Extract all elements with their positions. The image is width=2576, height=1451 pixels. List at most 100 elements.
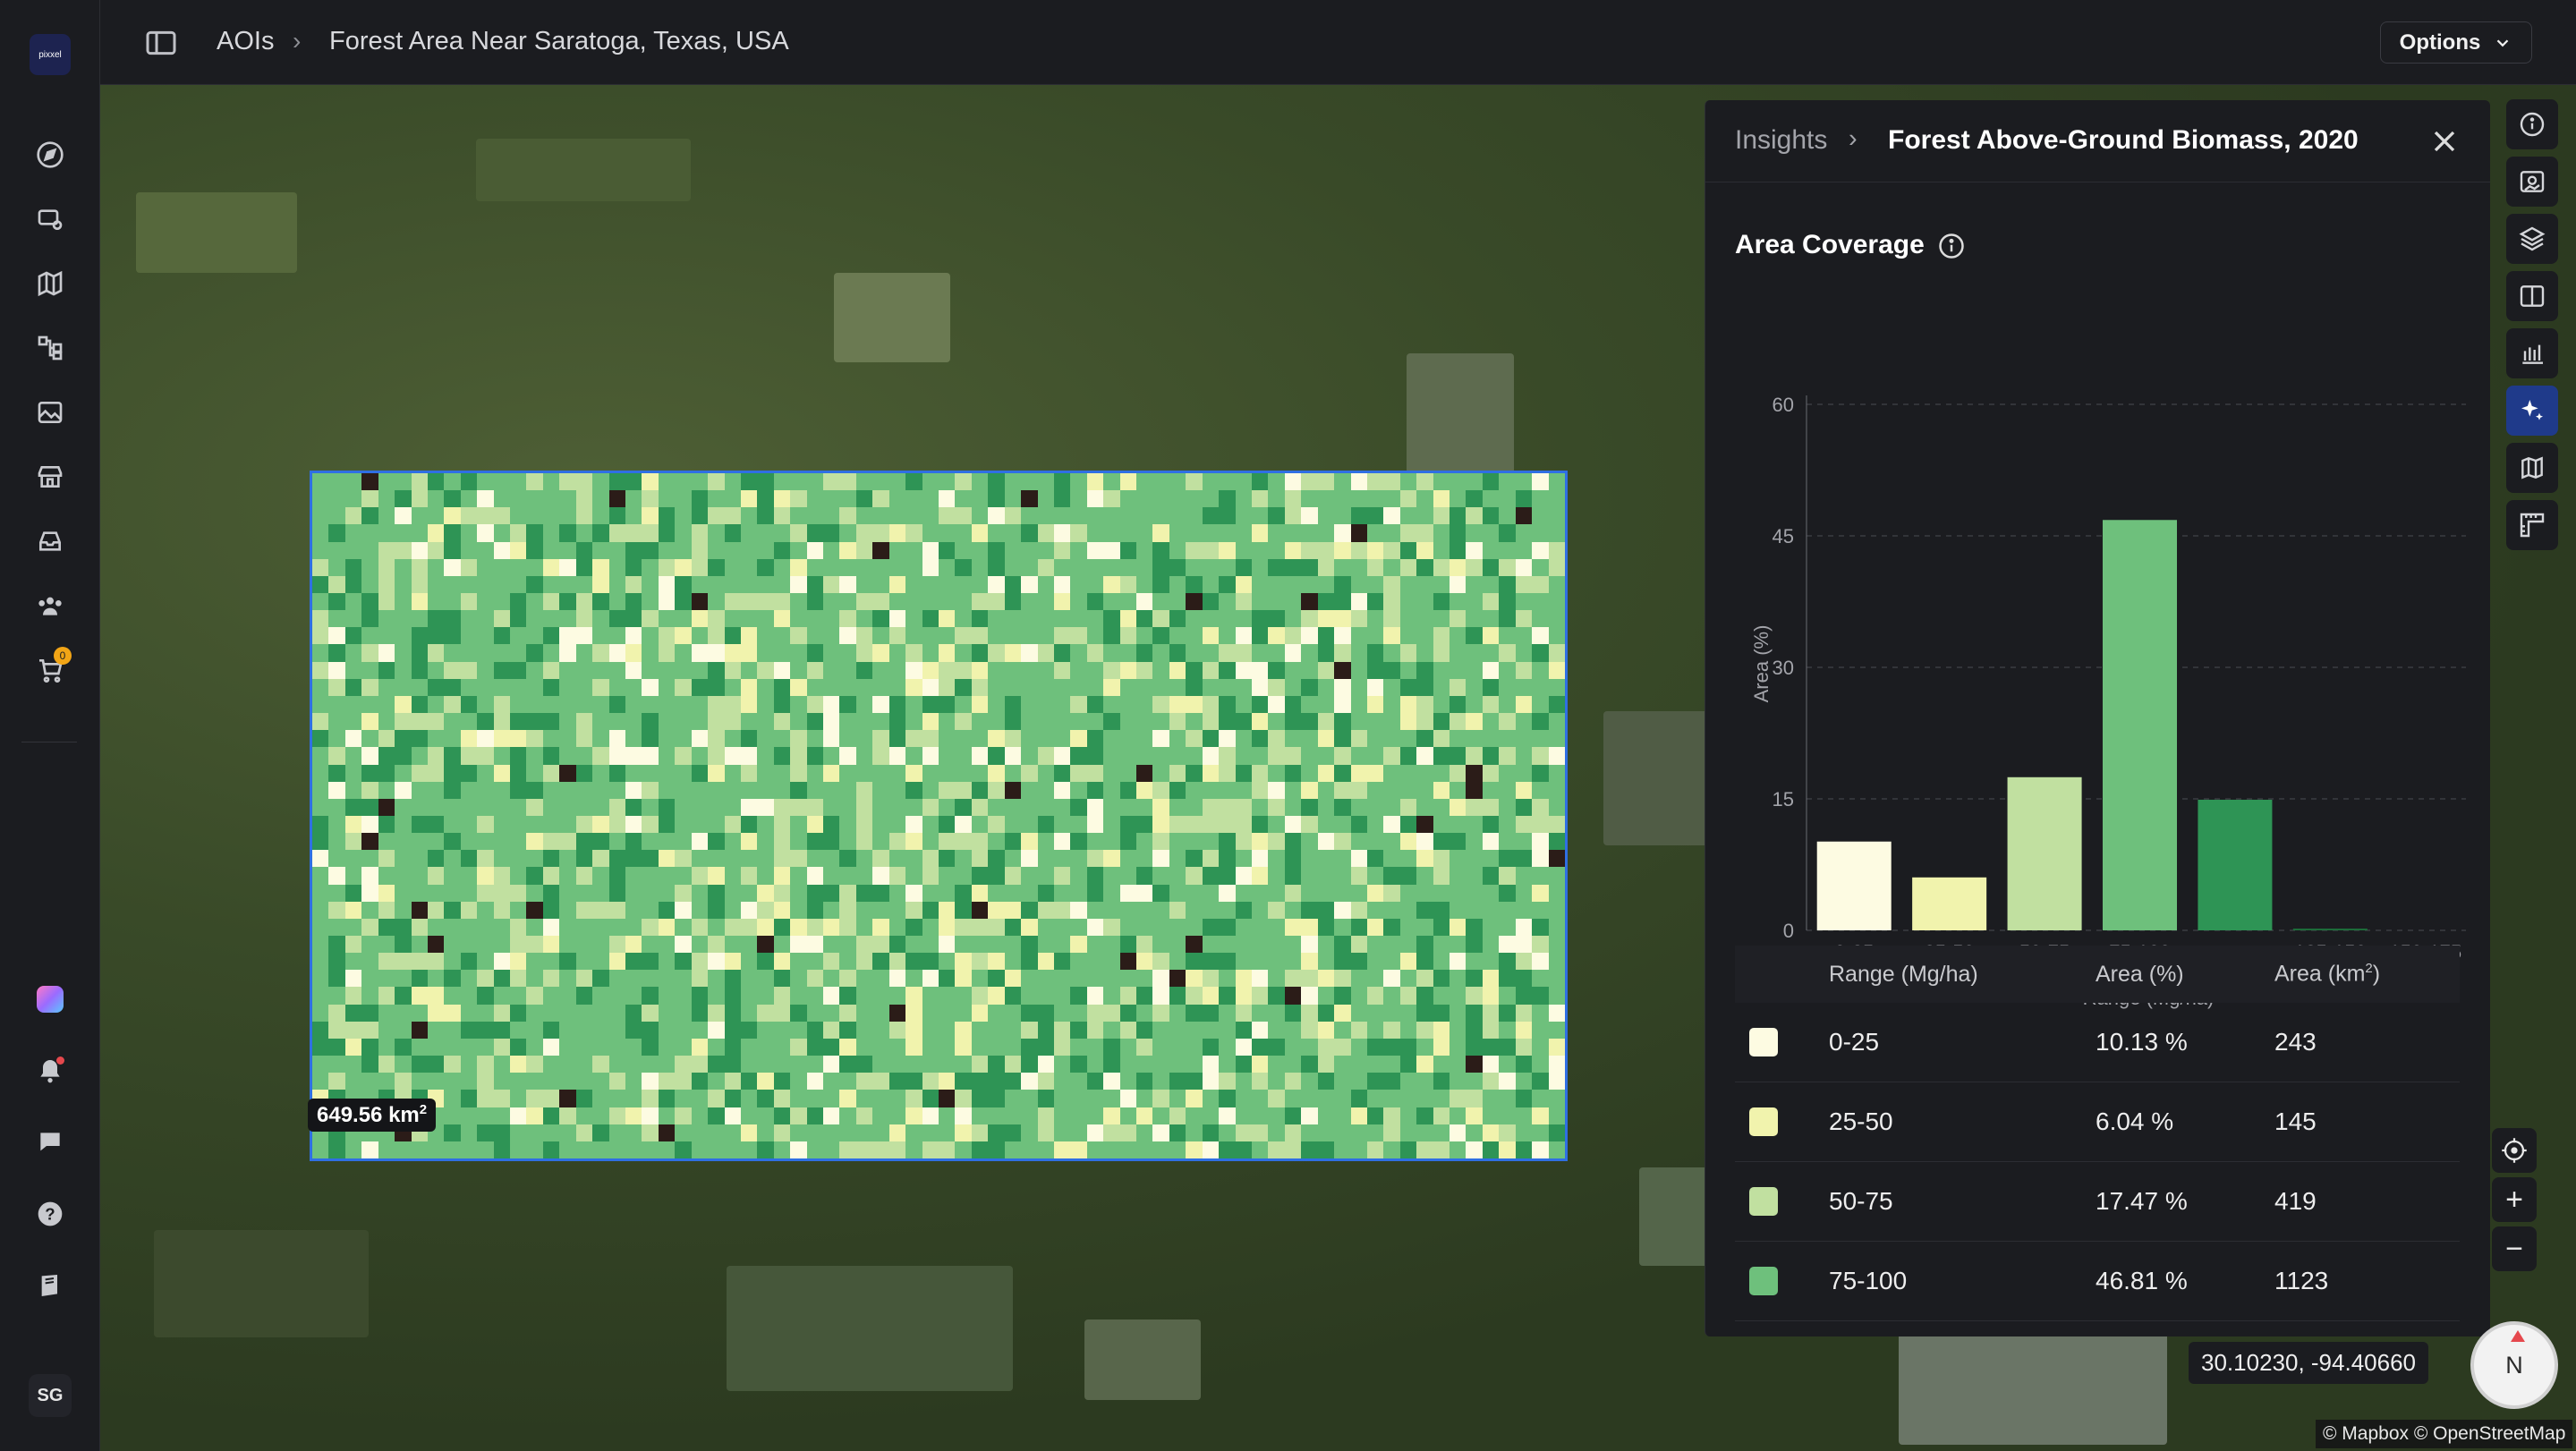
user-avatar[interactable]: SG — [29, 1374, 72, 1417]
cell-area-pct: 46.81 % — [2096, 1267, 2188, 1294]
options-button[interactable]: Options — [2380, 21, 2532, 64]
cursor-coordinates: 30.10230, -94.40660 — [2189, 1342, 2428, 1384]
insights-title: Forest Above-Ground Biomass, 2020 — [1888, 125, 2359, 155]
info-icon[interactable] — [1938, 233, 1965, 259]
map-toolbar — [2501, 94, 2563, 559]
compass-button[interactable]: N — [2470, 1321, 2558, 1409]
chevron-right-icon: › — [293, 27, 302, 55]
header-area-km: Area (km2) — [2274, 961, 2453, 987]
compass-icon[interactable] — [32, 137, 68, 173]
storefront-icon[interactable] — [32, 459, 68, 495]
chart-y-axis-label: Area (%) — [1750, 625, 1773, 703]
legend-swatch — [1749, 1267, 1778, 1295]
chart-y-tick: 45 — [1773, 525, 1794, 547]
chart-bar[interactable] — [1816, 841, 1892, 930]
town-patch — [1899, 1319, 2167, 1445]
chat-icon[interactable] — [32, 1124, 68, 1160]
field-patch — [1603, 711, 1711, 845]
chart-y-tick: 15 — [1773, 788, 1794, 810]
cell-area-km: 145 — [2274, 1107, 2317, 1135]
chart-bar[interactable] — [2292, 929, 2368, 930]
cart-count-badge: 0 — [54, 647, 72, 665]
zoom-out-button[interactable]: − — [2492, 1226, 2537, 1271]
pixxel-logo[interactable]: pixxel — [30, 34, 71, 75]
chart-bar[interactable] — [2007, 776, 2082, 930]
cell-area-pct: 10.13 % — [2096, 1028, 2188, 1056]
locate-icon[interactable] — [2492, 1128, 2537, 1173]
chart-y-tick: 30 — [1773, 657, 1794, 679]
insights-header: Insights › Forest Above-Ground Biomass, … — [1705, 100, 2490, 182]
biomass-raster — [312, 473, 1565, 1158]
sidebar-toggle-icon[interactable] — [143, 25, 179, 61]
apps-icon[interactable] — [32, 981, 68, 1017]
table-row: 75-100 46.81 % 1123 — [1735, 1242, 2460, 1321]
help-icon[interactable]: ? — [32, 1196, 68, 1232]
header-area-km-text: Area (km — [2274, 961, 2366, 987]
cell-area-km: 419 — [2274, 1187, 2317, 1215]
chart-y-tick: 60 — [1773, 394, 1794, 416]
header-range: Range (Mg/ha) — [1829, 961, 1978, 987]
cell-range: 50-75 — [1829, 1187, 1893, 1215]
compass-label: N — [2505, 1351, 2523, 1379]
area-coverage-title: Area Coverage — [1735, 230, 1925, 259]
coverage-table: Range (Mg/ha) Area (%) Area (km2) 0-25 10… — [1735, 946, 2460, 1321]
field-patch — [136, 192, 297, 273]
cell-range: 75-100 — [1829, 1267, 1908, 1294]
cell-range: 25-50 — [1829, 1107, 1893, 1135]
layers-icon[interactable] — [2506, 214, 2558, 264]
image-icon[interactable] — [2506, 157, 2558, 207]
table-row: 50-75 17.47 % 419 — [1735, 1162, 2460, 1242]
zoom-in-button[interactable]: + — [2492, 1177, 2537, 1222]
chart-icon[interactable] — [2506, 328, 2558, 378]
cell-area-pct: 6.04 % — [2096, 1107, 2174, 1135]
table-row: 0-25 10.13 % 243 — [1735, 1003, 2460, 1082]
archive-icon[interactable] — [32, 523, 68, 559]
top-bar: AOIs › Forest Area Near Saratoga, Texas,… — [100, 0, 2576, 85]
map-attribution[interactable]: © Mapbox © OpenStreetMap — [2316, 1420, 2573, 1448]
chart-bar[interactable] — [1912, 877, 1987, 930]
logo-text: pixxel — [38, 49, 62, 60]
chevron-down-icon — [2497, 38, 2509, 47]
header-area-pct: Area (%) — [2096, 961, 2184, 987]
header-area-km-sup: 2 — [2365, 961, 2373, 977]
close-icon[interactable] — [2427, 123, 2462, 159]
split-view-icon[interactable] — [2506, 271, 2558, 321]
area-value: 649.56 km — [317, 1103, 420, 1127]
image-settings-icon[interactable] — [32, 201, 68, 237]
area-measurement-label: 649.56 km2 — [308, 1099, 437, 1132]
docs-icon[interactable] — [32, 1268, 68, 1303]
notification-dot — [56, 1056, 64, 1065]
gallery-icon[interactable] — [32, 395, 68, 430]
map-icon[interactable] — [32, 266, 68, 301]
chevron-right-icon: › — [1849, 124, 1858, 153]
chart-bar[interactable] — [2198, 799, 2273, 930]
header-area-km-close: ) — [2372, 961, 2381, 987]
table-header-row: Range (Mg/ha) Area (%) Area (km2) — [1735, 946, 2460, 1003]
chart-bar[interactable] — [2102, 520, 2178, 930]
table-row: 25-50 6.04 % 145 — [1735, 1082, 2460, 1162]
ruler-icon[interactable] — [2506, 500, 2558, 550]
cell-range: 0-25 — [1829, 1028, 1880, 1056]
bell-icon[interactable] — [32, 1053, 68, 1089]
team-icon[interactable] — [32, 588, 68, 624]
info-icon[interactable] — [2506, 99, 2558, 149]
legend-swatch — [1749, 1028, 1778, 1056]
svg-text:?: ? — [45, 1205, 55, 1224]
breadcrumb-aois[interactable]: AOIs — [217, 27, 274, 56]
ai-sparkle-icon[interactable] — [2506, 386, 2558, 436]
area-coverage-chart: 015304560 0-2525-5050-7575-100125-150150… — [1750, 394, 2466, 1009]
area-unit-sup: 2 — [419, 1102, 428, 1117]
insights-breadcrumb[interactable]: Insights — [1735, 125, 1827, 156]
chart-y-tick: 0 — [1783, 920, 1794, 942]
map-book-icon[interactable] — [2506, 443, 2558, 493]
workflow-icon[interactable] — [32, 330, 68, 366]
town-patch — [1084, 1319, 1201, 1400]
cell-area-km: 243 — [2274, 1028, 2317, 1056]
cart-icon[interactable]: 0 — [32, 647, 72, 688]
insights-panel: Insights › Forest Above-Ground Biomass, … — [1705, 100, 2490, 1336]
avatar-initials: SG — [37, 1385, 64, 1405]
legend-swatch — [1749, 1187, 1778, 1216]
cell-area-km: 1123 — [2274, 1267, 2329, 1294]
forest-patch — [154, 1230, 369, 1337]
aoi-biomass-overlay[interactable] — [310, 471, 1568, 1161]
